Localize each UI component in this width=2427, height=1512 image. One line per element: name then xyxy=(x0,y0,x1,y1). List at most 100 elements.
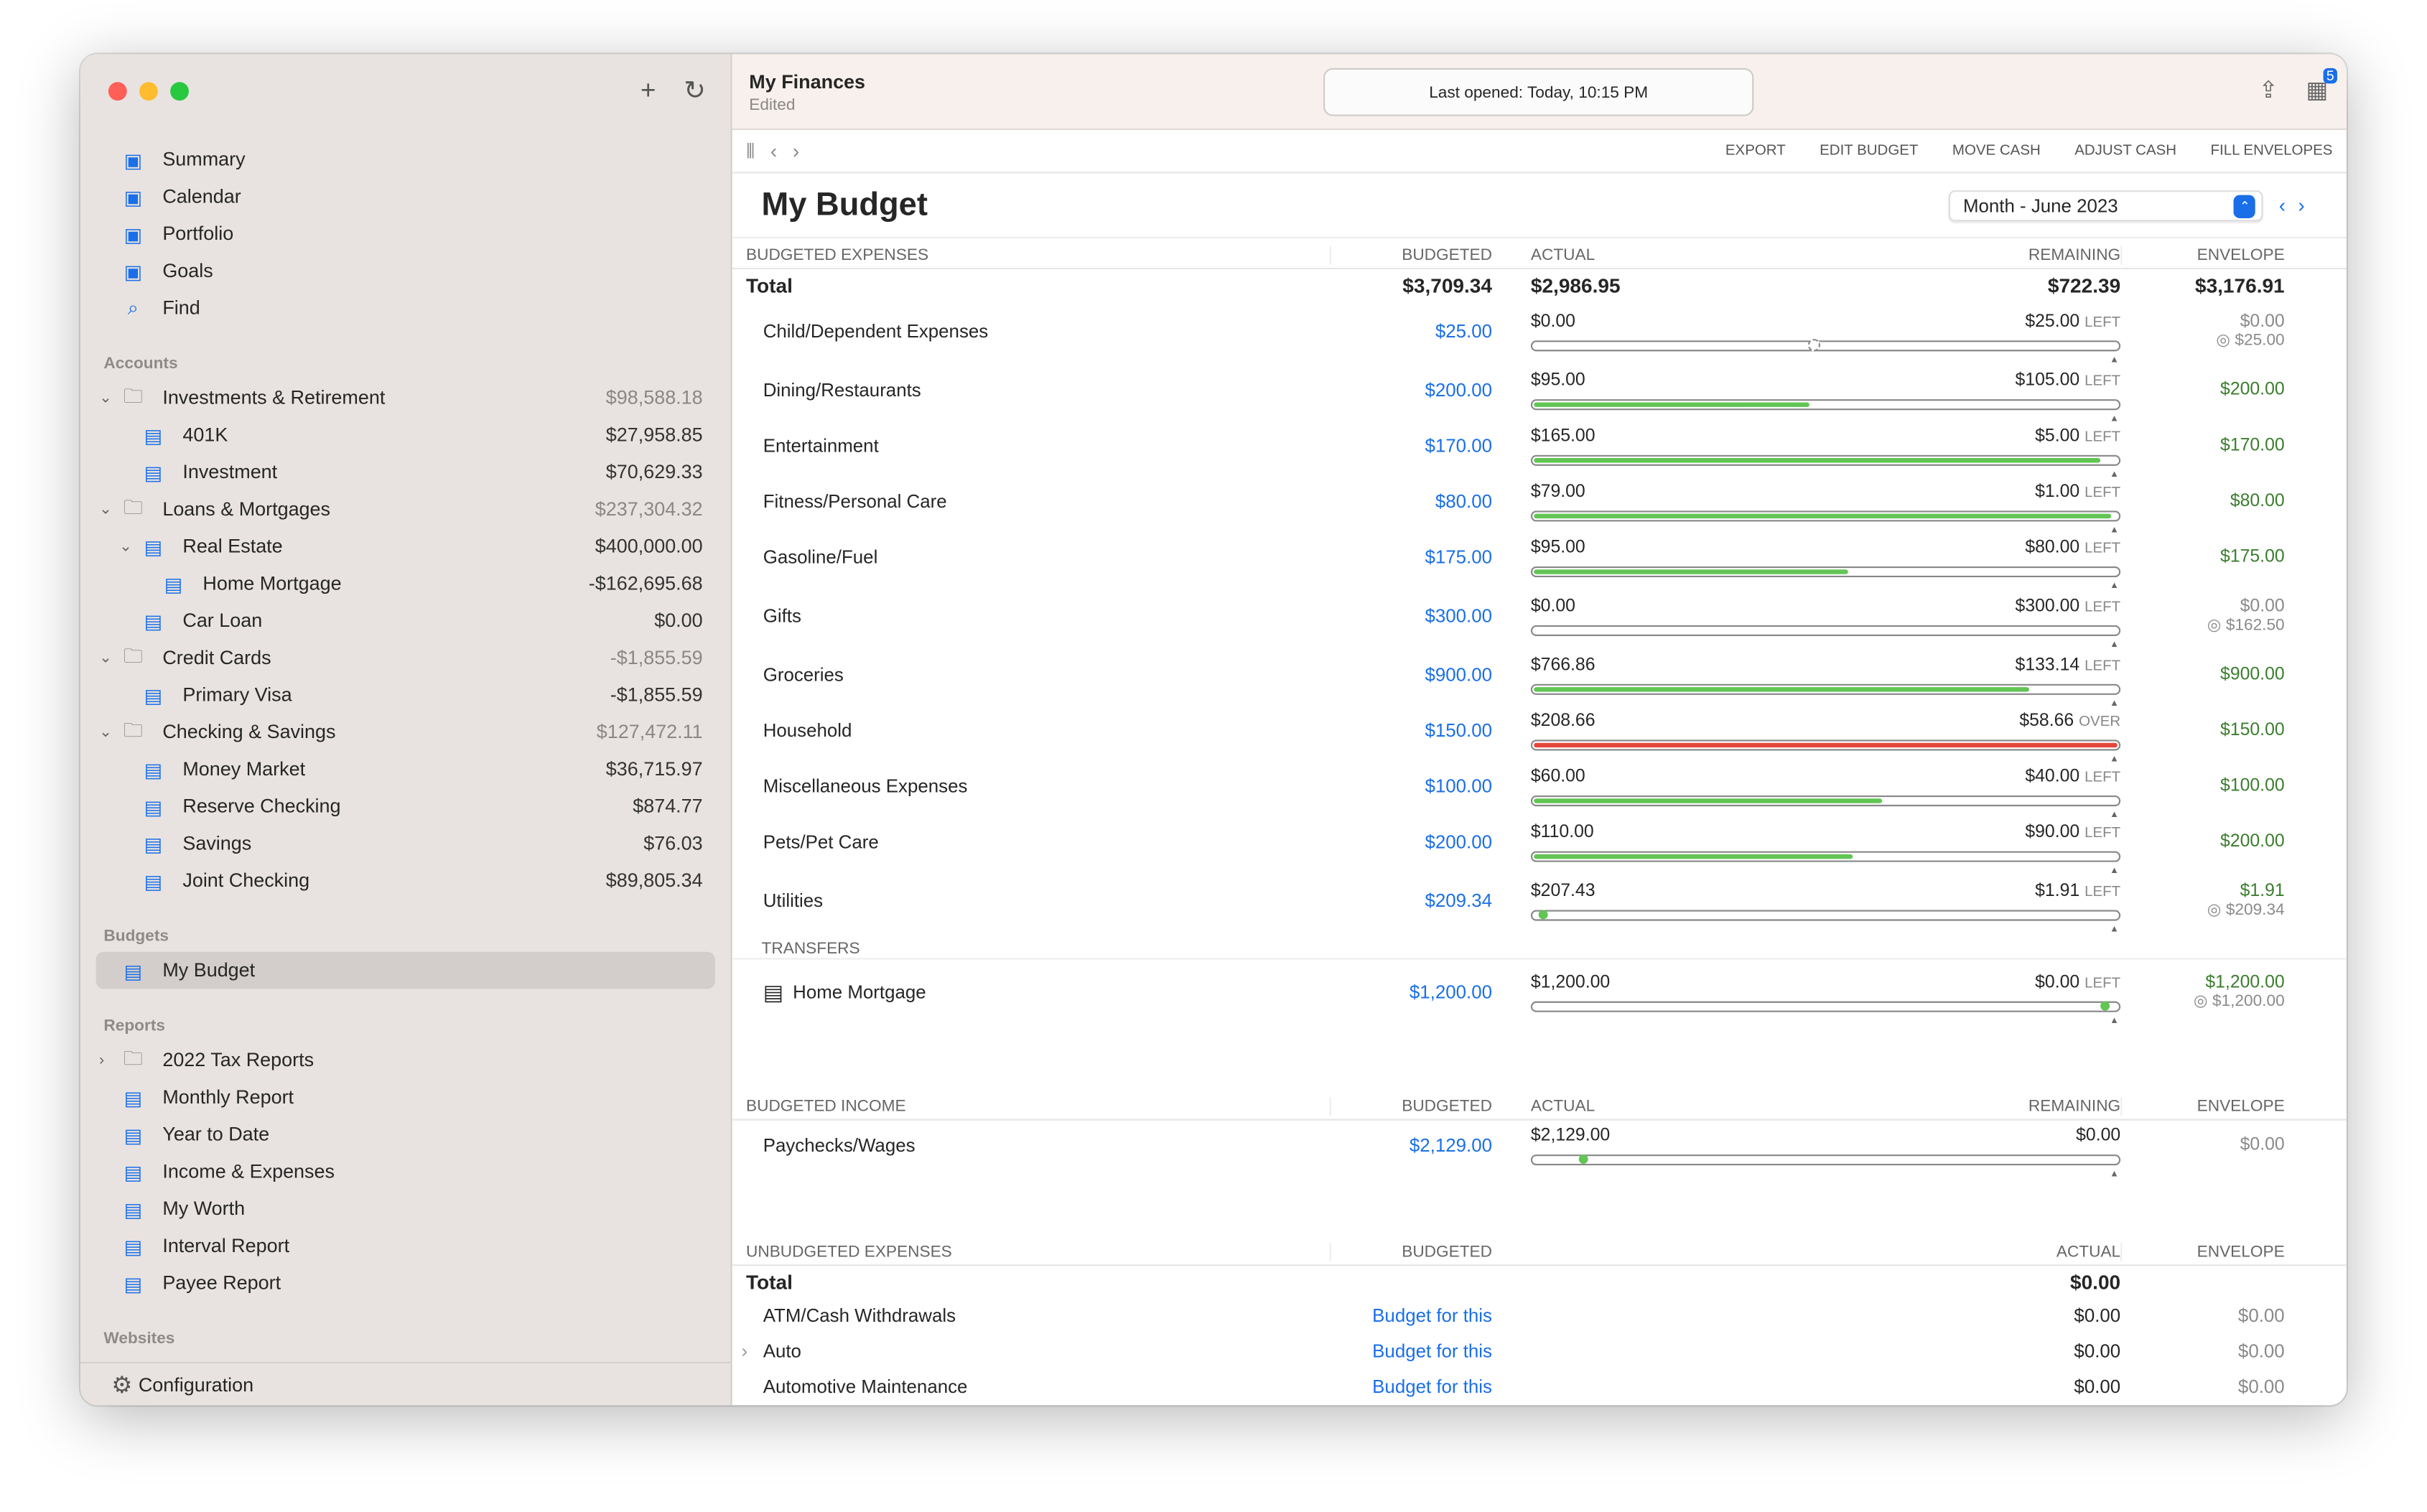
sidebar-item[interactable]: ⌄ 🗀 Checking & Savings $127,472.11 xyxy=(80,714,730,751)
sidebar-item[interactable]: ▤ Money Market $36,715.97 xyxy=(80,750,730,788)
toolbar-action-export[interactable]: EXPORT xyxy=(1725,142,1786,159)
sidebar-item[interactable]: ▤ Savings $76.03 xyxy=(80,825,730,862)
envelope-amount: $200.00 xyxy=(2220,381,2285,400)
sidebar-item[interactable]: ▤ Year to Date xyxy=(80,1116,730,1153)
sidebar-item-calendar[interactable]: ▣ Calendar xyxy=(80,178,730,215)
sidebar-item[interactable]: ▤ Payee Report xyxy=(80,1264,730,1302)
budgeted-amount[interactable]: $1,200.00 xyxy=(1330,981,1511,1003)
minimize-button[interactable] xyxy=(139,82,158,101)
budget-row[interactable]: Household $150.00 $208.66 $58.66 OVER ▲ $150.… xyxy=(732,703,2347,765)
sidebar-item[interactable]: ▤ Home Mortgage -$162,695.68 xyxy=(80,565,730,602)
remaining-amount: $1.00 xyxy=(2035,482,2080,502)
budgeted-amount[interactable]: $25.00 xyxy=(1330,320,1511,342)
sidebar-item-find[interactable]: ⌕ Find xyxy=(80,289,730,327)
scheduled-icon[interactable]: ▦ 5 xyxy=(2306,67,2337,103)
unbudgeted-row[interactable]: ATM/Cash Withdrawals Budget for this $0.00… xyxy=(732,1297,2347,1333)
budgeted-amount[interactable]: $80.00 xyxy=(1330,490,1511,512)
close-button[interactable] xyxy=(108,82,127,101)
budget-row[interactable]: Gifts $300.00 $0.00 $300.00 LEFT ▲ $0.00 ◎ $16… xyxy=(732,585,2347,650)
envelope-icon: ▤ xyxy=(124,960,143,982)
budgeted-amount[interactable]: $175.00 xyxy=(1330,546,1511,568)
budget-row[interactable]: Miscellaneous Expenses $100.00 $60.00 $40.0… xyxy=(732,758,2347,820)
budgeted-amount[interactable]: $170.00 xyxy=(1330,435,1511,457)
budget-row[interactable]: Entertainment $170.00 $165.00 $5.00 LEFT ▲ $1… xyxy=(732,418,2347,480)
sidebar-item[interactable]: ▤ My Budget xyxy=(96,951,715,989)
chevron-down-icon[interactable]: ⌄ xyxy=(119,538,132,555)
sidebar-item-portfolio[interactable]: ▣ Portfolio xyxy=(80,215,730,253)
sidebar-item[interactable]: ▤ Primary Visa -$1,855.59 xyxy=(80,676,730,714)
sidebar-toggle-icon[interactable]: ⦀ xyxy=(746,139,755,163)
budgeted-amount[interactable]: $2,129.00 xyxy=(1330,1134,1511,1156)
chevron-right-icon[interactable]: › xyxy=(99,1052,104,1069)
budget-for-this-link[interactable]: Budget for this xyxy=(1330,1304,1511,1325)
budget-row[interactable]: Paychecks/Wages $2,129.00 $2,129.00 $0.00 ▲… xyxy=(732,1121,2347,1179)
budgeted-amount[interactable]: $300.00 xyxy=(1330,605,1511,627)
remaining-state: LEFT xyxy=(2084,314,2121,332)
chevron-down-icon[interactable]: ⌄ xyxy=(99,724,112,741)
expenses-total-row: Total $3,709.34 $2,986.95 $722.39 $3,176.91 xyxy=(732,269,2347,300)
budget-row[interactable]: Dining/Restaurants $200.00 $95.00 $105.00 L… xyxy=(732,362,2347,424)
briefcase-icon: ▣ xyxy=(124,223,143,246)
budget-for-this-link[interactable]: Budget for this xyxy=(1330,1340,1511,1361)
sidebar-item[interactable]: ▤ Monthly Report xyxy=(80,1078,730,1116)
sidebar-item[interactable]: ▤ Joint Checking $89,805.34 xyxy=(80,862,730,900)
next-period-icon[interactable]: › xyxy=(2298,193,2317,216)
chevron-down-icon[interactable]: ⌄ xyxy=(99,649,112,666)
zoom-button[interactable] xyxy=(170,82,189,101)
budget-row[interactable]: Child/Dependent Expenses $25.00 $0.00 $25.0… xyxy=(732,300,2347,365)
back-icon[interactable]: ‹ xyxy=(770,139,777,163)
chevron-right-icon[interactable]: › xyxy=(742,1340,748,1361)
budgeted-amount[interactable]: $150.00 xyxy=(1330,719,1511,741)
budget-row[interactable]: Pets/Pet Care $200.00 $110.00 $90.00 LEFT ▲ $… xyxy=(732,814,2347,876)
chevron-down-icon[interactable]: ⌄ xyxy=(99,500,112,518)
toolbar-action-edit-budget[interactable]: EDIT BUDGET xyxy=(1820,142,1918,159)
sidebar-item[interactable]: ▤ Reserve Checking $874.77 xyxy=(80,788,730,825)
budgeted-amount[interactable]: $209.34 xyxy=(1330,890,1511,911)
toolbar-action-adjust-cash[interactable]: ADJUST CASH xyxy=(2074,142,2176,159)
share-icon[interactable]: ⇪ xyxy=(2259,76,2278,104)
configuration-button[interactable]: ⚙ Configuration xyxy=(80,1361,731,1405)
sidebar-item[interactable]: ▤ My Worth xyxy=(80,1190,730,1228)
refresh-icon[interactable]: ↻ xyxy=(684,76,706,107)
unbudgeted-row[interactable]: Automotive Maintenance Budget for this $0.… xyxy=(732,1368,2347,1404)
sidebar-item[interactable]: ▤ Income & Expenses xyxy=(80,1153,730,1190)
period-select[interactable]: Month - June 2023 ⌃ xyxy=(1949,190,2264,221)
toolbar-action-fill-envelopes[interactable]: FILL ENVELOPES xyxy=(2211,142,2333,159)
budget-row[interactable]: Groceries $900.00 $766.86 $133.14 LEFT ▲ $900… xyxy=(732,647,2347,709)
plus-icon[interactable]: + xyxy=(640,76,656,107)
forward-icon[interactable]: › xyxy=(793,139,799,163)
sidebar-item[interactable]: › 🗀 2022 Tax Reports xyxy=(80,1042,730,1079)
sidebar-item[interactable]: ⌄ ▤ Real Estate $400,000.00 xyxy=(80,528,730,565)
sidebar-item[interactable]: ⌄ 🗀 Investments & Retirement $98,588.18 xyxy=(80,379,730,416)
column-headers: BUDGETED INCOME BUDGETED ACTUAL REMAINING EN… xyxy=(732,1093,2347,1121)
budgeted-amount[interactable]: $200.00 xyxy=(1330,379,1511,401)
sidebar-item[interactable]: ⌄ 🗀 Loans & Mortgages $237,304.32 xyxy=(80,490,730,528)
budget-for-this-link[interactable]: Budget for this xyxy=(1330,1375,1511,1396)
chevron-down-icon[interactable]: ⌄ xyxy=(99,389,112,406)
sidebar-item[interactable]: ▤ 401K $27,958.85 xyxy=(80,416,730,454)
progress-fill xyxy=(1534,854,1854,859)
toolbar-action-move-cash[interactable]: MOVE CASH xyxy=(1952,142,2041,159)
envelope-amount: $170.00 xyxy=(2220,436,2285,455)
budget-row[interactable]: ▤ Home Mortgage $1,200.00 $1,200.00 $0.00 LE… xyxy=(732,959,2347,1026)
budget-row[interactable]: Fitness/Personal Care $80.00 $79.00 $1.00 L… xyxy=(732,474,2347,536)
column-budgeted: BUDGETED xyxy=(1329,246,1511,265)
previous-period-icon[interactable]: ‹ xyxy=(2279,193,2298,216)
progress-fill xyxy=(1534,798,1883,803)
budget-row[interactable]: Utilities $209.34 $207.43 $1.91 LEFT ▲ $1.91 ◎… xyxy=(732,869,2347,935)
budgeted-amount[interactable]: $900.00 xyxy=(1330,664,1511,686)
window-controls xyxy=(108,82,189,101)
sidebar-item[interactable]: ⌄ 🗀 Credit Cards -$1,855.59 xyxy=(80,639,730,676)
budgeted-amount[interactable]: $100.00 xyxy=(1330,775,1511,797)
sidebar-item-summary[interactable]: ▣ Summary xyxy=(80,141,730,178)
chart-up-icon: ▤ xyxy=(144,462,163,484)
envelope-target: $209.34 xyxy=(2225,900,2285,920)
sidebar-item[interactable]: ▤ Car Loan $0.00 xyxy=(80,602,730,640)
sidebar-item[interactable]: ▤ Interval Report xyxy=(80,1227,730,1264)
budget-row[interactable]: Gasoline/Fuel $175.00 $95.00 $80.00 LEFT ▲ $1… xyxy=(732,529,2347,591)
progress-marker xyxy=(1807,339,1820,352)
sidebar-item-goals[interactable]: ▣ Goals xyxy=(80,252,730,289)
unbudgeted-row[interactable]: › Auto Budget for this $0.00 $0.00 xyxy=(732,1333,2347,1368)
sidebar-item[interactable]: ▤ Investment $70,629.33 xyxy=(80,454,730,491)
budgeted-amount[interactable]: $200.00 xyxy=(1330,831,1511,853)
